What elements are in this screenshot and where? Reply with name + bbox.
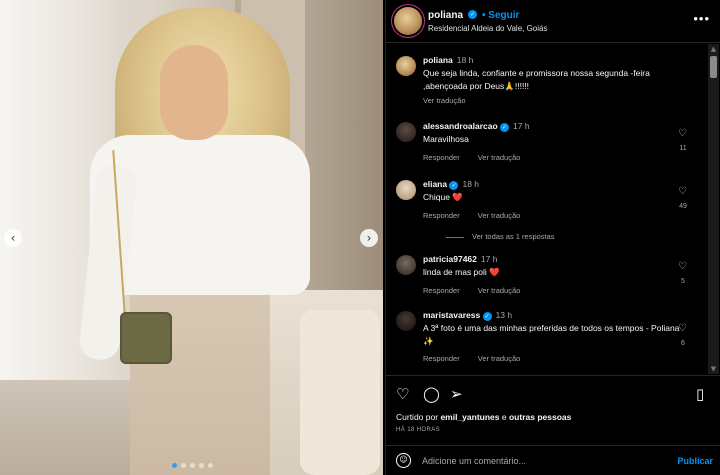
comment-text: A 3ª foto é uma das minhas preferidas de… bbox=[423, 323, 680, 346]
verified-icon: ✓ bbox=[482, 312, 492, 321]
carousel-next-button[interactable]: › bbox=[360, 229, 378, 247]
comment-icon[interactable]: ◯ bbox=[423, 385, 440, 403]
comment-text: Maravilhosa bbox=[423, 134, 469, 144]
carousel-dot bbox=[181, 463, 186, 468]
comment-time: 18 h bbox=[462, 179, 480, 189]
photo-cushion bbox=[300, 310, 380, 475]
liked-by-line: Curtido por emil_yantunes e outras pesso… bbox=[396, 412, 571, 422]
liked-by-user[interactable]: emil_yantunes bbox=[440, 412, 499, 422]
heart-icon[interactable]: ♡ bbox=[678, 186, 687, 197]
translate-link[interactable]: Ver tradução bbox=[478, 153, 521, 162]
carousel-dots bbox=[172, 463, 213, 468]
comment-like-count: 6 bbox=[681, 340, 685, 347]
comment-username[interactable]: patricia97462 bbox=[423, 254, 477, 264]
comment-text-block: eliana ✓ 18 h Chique ❤️ bbox=[423, 178, 688, 204]
translate-link[interactable]: Ver tradução bbox=[478, 211, 521, 220]
comment-text-block: maristavaress ✓ 13 h A 3ª foto é uma das … bbox=[423, 309, 688, 348]
caption-time: 18 h bbox=[456, 55, 474, 65]
post-side-panel: poliana ✓ • Seguir Residencial Aldeia do… bbox=[385, 0, 720, 475]
comment-username[interactable]: eliana bbox=[423, 179, 447, 189]
comment-like-count: 11 bbox=[679, 145, 687, 152]
comment-actions: Responder Ver tradução bbox=[423, 354, 536, 363]
comment-like-count: 5 bbox=[681, 278, 685, 285]
carousel-dot bbox=[208, 463, 213, 468]
reply-link[interactable]: Responder bbox=[423, 286, 460, 295]
post-time-ago: HÁ 18 HORAS bbox=[396, 427, 441, 433]
scroll-thumb[interactable] bbox=[710, 56, 717, 78]
carousel-dot bbox=[190, 463, 195, 468]
carousel-dot bbox=[199, 463, 204, 468]
view-replies-label[interactable]: Ver todas as 1 respostas bbox=[472, 232, 555, 241]
comment-input[interactable] bbox=[422, 452, 662, 470]
liked-by-prefix: Curtido por bbox=[396, 412, 439, 422]
caption-text-block: poliana 18 h Que seja linda, confiante e … bbox=[423, 54, 688, 93]
heart-icon[interactable]: ♡ bbox=[678, 323, 687, 334]
verified-icon: ✓ bbox=[500, 123, 510, 132]
scroll-down-icon[interactable]: ▼ bbox=[708, 364, 719, 374]
comment-time: 17 h bbox=[480, 254, 498, 264]
comment-text-block: alessandroalarcao ✓ 17 h Maravilhosa bbox=[423, 120, 688, 146]
carousel-dot bbox=[172, 463, 177, 468]
comment-avatar[interactable] bbox=[396, 255, 416, 275]
comment-actions: Responder Ver tradução bbox=[423, 153, 536, 162]
translate-link[interactable]: Ver tradução bbox=[478, 286, 521, 295]
comment-like-count: 49 bbox=[679, 203, 687, 210]
add-comment-bar: ☺ Publicar bbox=[386, 445, 720, 475]
caption-username[interactable]: poliana bbox=[423, 55, 453, 65]
share-icon[interactable]: ➢ bbox=[450, 385, 463, 403]
liked-by-others[interactable]: outras pessoas bbox=[509, 412, 571, 422]
reply-link[interactable]: Responder bbox=[423, 153, 460, 162]
reply-link[interactable]: Responder bbox=[423, 211, 460, 220]
photo-bag bbox=[120, 312, 172, 364]
reply-link[interactable]: Responder bbox=[423, 354, 460, 363]
caption-text: Que seja linda, confiante e promissora n… bbox=[423, 68, 650, 91]
follow-label[interactable]: Seguir bbox=[488, 10, 519, 21]
post-header: poliana ✓ • Seguir Residencial Aldeia do… bbox=[386, 0, 720, 43]
publish-button[interactable]: Publicar bbox=[677, 456, 713, 466]
comment-text-block: patricia97462 17 h linda de mas poli ❤️ bbox=[423, 253, 688, 279]
comment-time: 13 h bbox=[495, 310, 513, 320]
caption-actions: Ver tradução bbox=[423, 96, 482, 105]
post-photo[interactable]: ‹ › bbox=[0, 0, 383, 475]
emoji-icon[interactable]: ☺ bbox=[396, 453, 411, 468]
photo-face bbox=[160, 45, 228, 140]
comments-scrollbar[interactable]: ▲ ▼ bbox=[708, 44, 719, 374]
like-heart-icon[interactable]: ♡ bbox=[396, 385, 409, 403]
caption-avatar[interactable] bbox=[396, 56, 416, 76]
comment-text: Chique ❤️ bbox=[423, 192, 463, 202]
author-avatar[interactable] bbox=[394, 7, 422, 35]
scroll-up-icon[interactable]: ▲ bbox=[708, 44, 719, 54]
comment-actions: Responder Ver tradução bbox=[423, 211, 536, 220]
view-replies-button[interactable]: Ver todas as 1 respostas bbox=[446, 232, 555, 241]
translate-link[interactable]: Ver tradução bbox=[423, 96, 466, 105]
post-location[interactable]: Residencial Aldeia do Vale, Goiás bbox=[428, 24, 547, 33]
heart-icon[interactable]: ♡ bbox=[678, 261, 687, 272]
comment-avatar[interactable] bbox=[396, 122, 416, 142]
comment-avatar[interactable] bbox=[396, 311, 416, 331]
heart-icon[interactable]: ♡ bbox=[678, 128, 687, 139]
follow-button[interactable]: • Seguir bbox=[482, 10, 519, 21]
liked-by-and: e bbox=[501, 412, 507, 422]
comment-avatar[interactable] bbox=[396, 180, 416, 200]
comment-time: 17 h bbox=[513, 121, 530, 131]
save-bookmark-icon[interactable]: ▯ bbox=[696, 385, 704, 403]
comment-text: linda de mas poli ❤️ bbox=[423, 267, 500, 277]
verified-icon: ✓ bbox=[468, 10, 477, 19]
replies-divider bbox=[446, 236, 464, 238]
comment-actions: Responder Ver tradução bbox=[423, 286, 536, 295]
verified-icon: ✓ bbox=[449, 181, 459, 190]
carousel-prev-button[interactable]: ‹ bbox=[4, 229, 22, 247]
translate-link[interactable]: Ver tradução bbox=[478, 354, 521, 363]
post-actions-bar: ♡ ◯ ➢ ▯ bbox=[386, 375, 720, 410]
comment-username[interactable]: maristavaress bbox=[423, 310, 480, 320]
author-username[interactable]: poliana bbox=[428, 10, 463, 21]
comment-username[interactable]: alessandroalarcao bbox=[423, 121, 498, 131]
more-horizontal-icon[interactable]: ••• bbox=[693, 11, 710, 26]
comments-list: poliana 18 h Que seja linda, confiante e … bbox=[386, 44, 706, 374]
